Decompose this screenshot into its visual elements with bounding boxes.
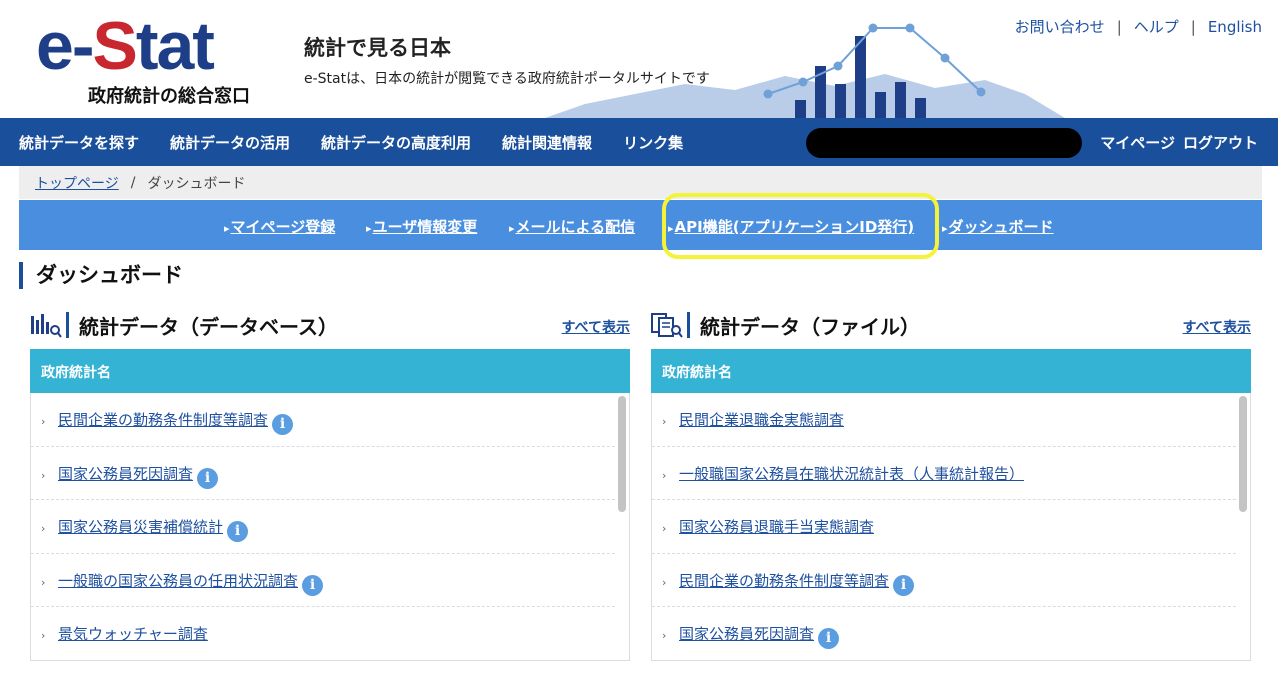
list-item: › 民間企業の勤務条件制度等調査 i (31, 393, 615, 447)
breadcrumb-separator: / (130, 174, 136, 191)
panel-title: 統計データ（データベース） (79, 315, 338, 339)
chevron-right-icon: › (662, 522, 667, 535)
info-icon[interactable]: i (893, 574, 915, 596)
mypage-link[interactable]: マイページ (1100, 132, 1175, 153)
survey-link[interactable]: 民間企業退職金実態調査 (679, 411, 844, 429)
breadcrumb: トップページ / ダッシュボード (19, 166, 1262, 199)
survey-link[interactable]: 国家公務員災害補償統計 (58, 518, 223, 536)
contact-link[interactable]: お問い合わせ (1015, 16, 1105, 37)
breadcrumb-current: ダッシュボード (147, 175, 246, 192)
survey-link[interactable]: 国家公務員死因調査 (679, 625, 814, 643)
file-document-icon (651, 313, 683, 338)
list-item: › 民間企業退職金実態調査 (652, 393, 1236, 447)
panel-database: 統計データ（データベース） すべて表示 政府統計名 › 民間企業の勤務条件制度等… (30, 306, 630, 696)
survey-list: › 民間企業の勤務条件制度等調査 i › 国家公務員死因調査 i › 国家公務員災害… (30, 393, 630, 661)
survey-link[interactable]: 一般職国家公務員在職状況統計表（人事統計報告） (679, 465, 1024, 483)
mypage-subnav: マイページ登録 ユーザ情報変更 メールによる配信 API機能(アプリケーションI… (19, 200, 1262, 250)
list-item: › 景気ウォッチャー調査 (31, 607, 615, 660)
chevron-right-icon: › (41, 629, 46, 642)
list-item: › 国家公務員退職手当実態調査 (652, 500, 1236, 554)
survey-list: › 民間企業退職金実態調査 › 一般職国家公務員在職状況統計表（人事統計報告） … (651, 393, 1251, 661)
nav-use-data[interactable]: 統計データの活用 (151, 132, 290, 153)
subnav-mail-delivery[interactable]: メールによる配信 (509, 216, 636, 237)
survey-link[interactable]: 一般職の国家公務員の任用状況調査 (58, 572, 298, 590)
scrollbar[interactable] (1239, 396, 1247, 512)
list-item: › 国家公務員災害補償統計 i (31, 500, 615, 554)
api-highlight-annotation (662, 193, 939, 259)
info-icon[interactable]: i (197, 467, 219, 489)
chevron-right-icon: › (662, 468, 667, 482)
utility-links: お問い合わせ | ヘルプ | English (1015, 16, 1262, 37)
chevron-right-icon: › (41, 415, 46, 428)
chevron-right-icon: › (41, 468, 46, 482)
site-title: 統計で見る日本 (304, 36, 451, 60)
survey-link[interactable]: 国家公務員死因調査 (58, 465, 193, 483)
nav-advanced-use[interactable]: 統計データの高度利用 (302, 132, 471, 153)
logout-link[interactable]: ログアウト (1183, 132, 1258, 153)
utility-separator: | (1190, 17, 1196, 36)
table-header: 政府統計名 (651, 349, 1251, 393)
survey-link[interactable]: 民間企業の勤務条件制度等調査 (58, 411, 268, 429)
list-item: › 国家公務員死因調査 i (652, 607, 1236, 660)
list-item: › 一般職国家公務員在職状況統計表（人事統計報告） (652, 447, 1236, 500)
page-title: ダッシュボード (19, 262, 183, 289)
panel-title: 統計データ（ファイル） (700, 315, 920, 339)
survey-link[interactable]: 景気ウォッチャー調査 (58, 625, 208, 643)
nav-links[interactable]: リンク集 (604, 132, 683, 153)
panel-header: 統計データ（ファイル） すべて表示 (651, 306, 1251, 346)
estat-logo[interactable]: e-Stat 政府統計の総合窓口 (36, 6, 266, 107)
logo-subtitle: 政府統計の総合窓口 (88, 86, 250, 107)
info-icon[interactable]: i (302, 574, 324, 596)
show-all-link[interactable]: すべて表示 (1183, 317, 1251, 337)
table-header: 政府統計名 (30, 349, 630, 393)
chevron-right-icon: › (662, 415, 667, 428)
survey-link[interactable]: 国家公務員退職手当実態調査 (679, 518, 874, 536)
database-chart-icon (31, 314, 62, 338)
survey-link[interactable]: 民間企業の勤務条件制度等調査 (679, 572, 889, 590)
panel-file: 統計データ（ファイル） すべて表示 政府統計名 › 民間企業退職金実態調査 › … (651, 306, 1251, 696)
logo-wordmark: e-Stat (36, 8, 215, 84)
chevron-right-icon: › (662, 575, 667, 589)
list-item: › 一般職の国家公務員の任用状況調査 i (31, 554, 615, 607)
panel-header: 統計データ（データベース） すべて表示 (30, 306, 630, 346)
scrollbar[interactable] (618, 396, 626, 512)
nav-related-info[interactable]: 統計関連情報 (483, 132, 592, 153)
header-chart-illustration (545, 23, 1065, 118)
help-link[interactable]: ヘルプ (1134, 16, 1179, 37)
site-header: e-Stat 政府統計の総合窓口 統計で見る日本 e-Statは、日本の統計が閲… (0, 0, 1278, 118)
list-item: › 国家公務員死因調査 i (31, 447, 615, 500)
account-links: マイページ ログアウト (1100, 132, 1258, 153)
english-link[interactable]: English (1208, 18, 1262, 36)
list-item: › 民間企業の勤務条件制度等調査 i (652, 554, 1236, 607)
panel-title-bar (687, 312, 690, 338)
show-all-link[interactable]: すべて表示 (562, 317, 630, 337)
nav-find-data[interactable]: 統計データを探す (0, 132, 139, 153)
chevron-right-icon: › (41, 575, 46, 589)
utility-separator: | (1116, 17, 1122, 36)
subnav-user-info-change[interactable]: ユーザ情報変更 (366, 216, 478, 237)
info-icon[interactable]: i (227, 521, 249, 542)
subnav-dashboard[interactable]: ダッシュボード (942, 216, 1054, 237)
subnav-mypage-register[interactable]: マイページ登録 (224, 216, 336, 237)
redacted-user-area (806, 128, 1082, 158)
chevron-right-icon: › (41, 522, 46, 535)
breadcrumb-home[interactable]: トップページ (35, 173, 119, 193)
main-navigation: 統計データを探す 統計データの活用 統計データの高度利用 統計関連情報 リンク集… (0, 118, 1278, 166)
info-icon[interactable]: i (818, 628, 840, 649)
panel-title-bar (66, 312, 69, 338)
info-icon[interactable]: i (272, 414, 294, 435)
chevron-right-icon: › (662, 629, 667, 642)
